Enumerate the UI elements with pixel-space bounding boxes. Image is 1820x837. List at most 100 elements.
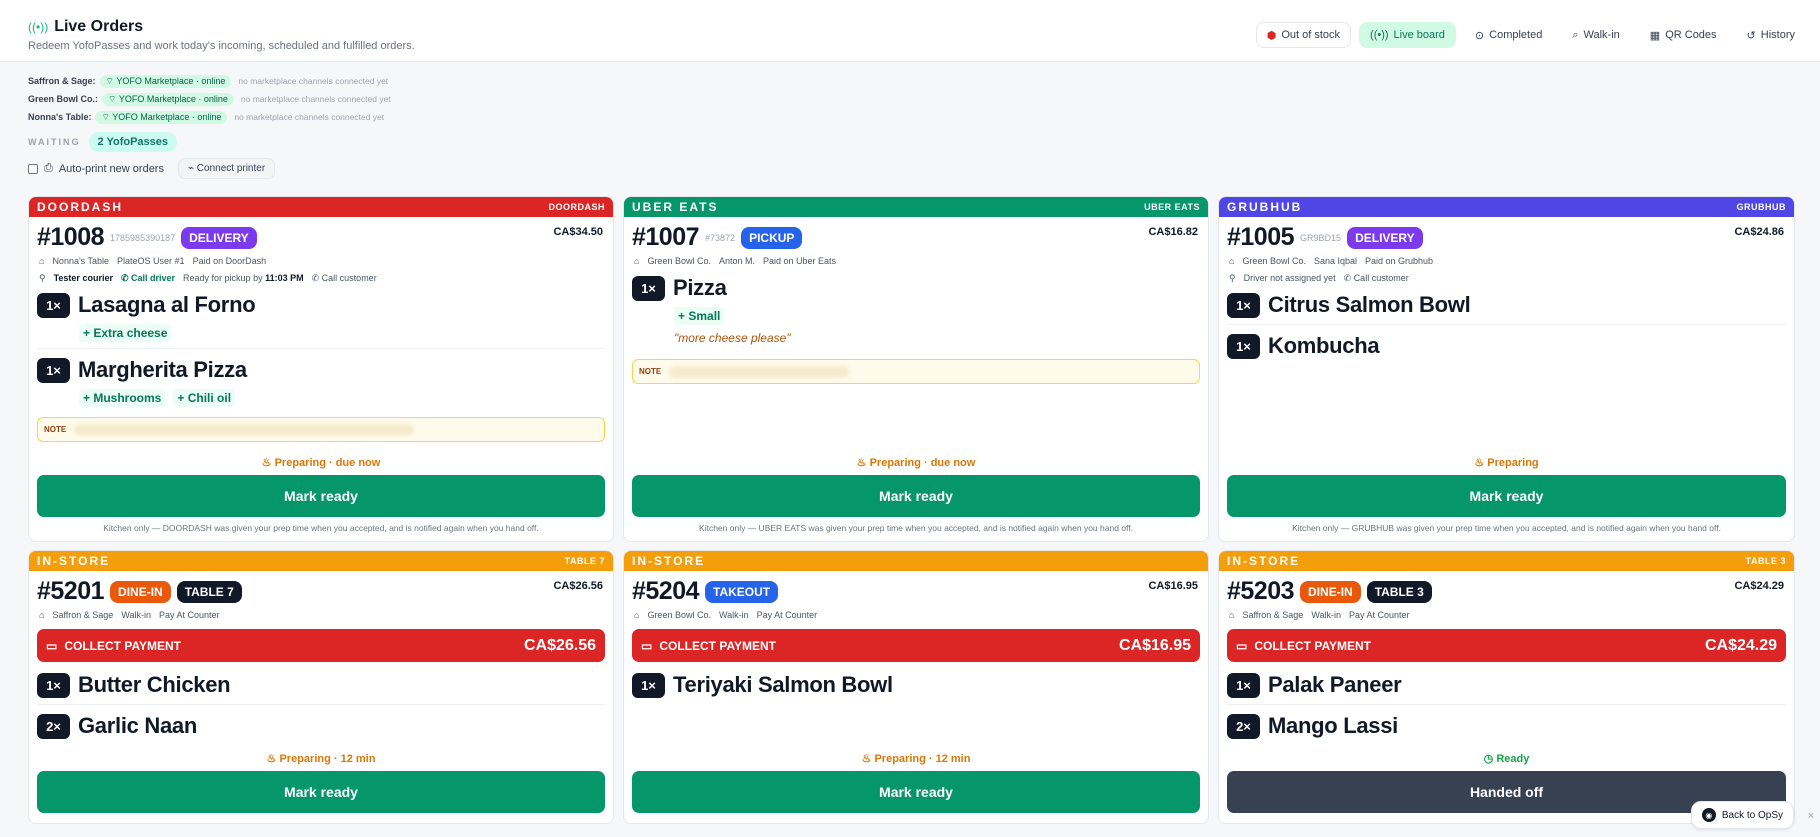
history-tab[interactable]: ↺ History: [1736, 22, 1806, 48]
prep-status: ♨ Preparing: [1474, 457, 1539, 469]
pickup-badge: PICKUP: [741, 226, 803, 249]
call-customer-link[interactable]: ✆ Call customer: [312, 271, 377, 286]
collect-payment-banner[interactable]: ▭ COLLECT PAYMENT CA$26.56: [37, 629, 605, 662]
item-quantity: 2×: [1227, 713, 1260, 739]
order-source: Walk-in: [121, 610, 151, 620]
mark-ready-button[interactable]: Mark ready: [632, 771, 1200, 813]
marketplace-online-chip: ⌔ YOFO Marketplace · online: [102, 92, 234, 106]
mark-ready-button[interactable]: Mark ready: [37, 771, 605, 813]
ready-by-label: Ready for pickup by: [183, 273, 263, 283]
order-source: Walk-in: [718, 610, 749, 620]
collect-payment-banner[interactable]: ▭ COLLECT PAYMENT CA$16.95: [632, 629, 1200, 662]
redacted-note: [74, 423, 415, 436]
list-item: 1× Citrus Salmon Bowl: [1227, 292, 1786, 318]
payment-method: Pay At Counter: [756, 610, 818, 620]
auto-print-checkbox[interactable]: [28, 163, 38, 174]
back-to-opsy-button[interactable]: ◉ Back to OpSy: [1690, 801, 1794, 829]
waiting-row: WAITING 2 YofoPasses: [28, 132, 1792, 152]
collect-payment-banner[interactable]: ▭ COLLECT PAYMENT CA$24.29: [1227, 629, 1786, 662]
marketplace-chip-label: YOFO Marketplace · online: [118, 93, 228, 104]
mark-ready-button[interactable]: Mark ready: [632, 475, 1200, 517]
qr-codes-tab[interactable]: ▦ QR Codes: [1639, 22, 1728, 48]
note-label: NOTE: [44, 425, 67, 434]
modifier: + Extra cheese: [79, 324, 172, 342]
yofopass-waiting-chip[interactable]: 2 YofoPasses: [88, 132, 178, 152]
payment-status: Paid on DoorDash: [192, 256, 267, 266]
marketplace-chip-label: YOFO Marketplace · online: [112, 111, 222, 122]
cash-icon: ▭: [1236, 638, 1248, 653]
completed-tab[interactable]: ⊙ Completed: [1464, 22, 1553, 48]
prep-status-label: Preparing: [1487, 457, 1539, 469]
item-quantity: 2×: [37, 713, 70, 739]
order-board: DOORDASH DOORDASH #1008 1785985390187 DEL…: [28, 196, 1795, 824]
payment-status: Paid on Uber Eats: [763, 256, 837, 266]
driver-status: Driver not assigned yet: [1243, 273, 1336, 283]
order-items: 1× Palak Paneer 2× Mango Lassi: [1219, 662, 1794, 739]
print-row: ⎙ Auto-print new orders ⌁ Connect printe…: [28, 158, 1792, 179]
item-quantity: 1×: [1227, 292, 1260, 318]
out-of-stock-button[interactable]: ⬢ Out of stock: [1255, 22, 1352, 48]
card-footer: ♨ Preparing Mark ready Kitchen only — GR…: [1227, 456, 1786, 541]
ready-time: 11:03 PM: [265, 273, 304, 283]
collect-payment-text: COLLECT PAYMENT: [1254, 638, 1372, 653]
kitchen-note: Kitchen only — DOORDASH was given your p…: [103, 523, 539, 533]
order-header: #1007 #73872 PICKUP CA$16.82: [624, 217, 1208, 252]
table-badge: TABLE 7: [176, 580, 242, 603]
list-item: 1× Teriyaki Salmon Bowl: [632, 672, 1200, 698]
order-number: #5201: [37, 577, 105, 605]
order-items: 1× Pizza + Small "more cheese please": [624, 269, 1208, 345]
order-meta: ⌂ Nonna's Table PlateOS User #1 Paid on D…: [29, 252, 613, 269]
waiting-label: WAITING: [28, 137, 81, 147]
customer-name: PlateOS User #1: [117, 256, 185, 266]
store-icon: ⌂: [634, 610, 640, 620]
call-customer-label: Call customer: [1353, 273, 1409, 283]
box-icon: ⬢: [1266, 29, 1277, 42]
payment-status: Paid on Grubhub: [1365, 256, 1434, 266]
walk-in-tab[interactable]: ⌕ Walk-in: [1561, 22, 1630, 48]
order-meta: ⌂ Green Bowl Co. Walk-in Pay At Counter: [624, 606, 1208, 623]
channel-name: DOORDASH: [37, 200, 124, 214]
customer-name: Anton M.: [718, 256, 755, 266]
order-meta: ⌂ Saffron & Sage Walk-in Pay At Counter: [1219, 606, 1794, 623]
modifier: + Mushrooms: [79, 389, 166, 407]
payment-method: Pay At Counter: [1349, 610, 1410, 620]
delivery-badge: DELIVERY: [181, 226, 257, 249]
mark-ready-button[interactable]: Mark ready: [1227, 475, 1786, 517]
connect-printer-button[interactable]: ⌁ Connect printer: [177, 158, 276, 179]
live-board-label: Live board: [1393, 29, 1445, 41]
list-item: 1× Pizza: [632, 275, 1200, 301]
store-name: Green Bowl Co.: [1242, 256, 1306, 266]
kitchen-note: Kitchen only — GRUBHUB was given your pr…: [1292, 523, 1721, 533]
item-modifiers: + Small: [632, 307, 1200, 325]
external-id: 1785985390187: [110, 232, 176, 243]
order-header: #5203 DINE-IN TABLE 3 CA$24.29: [1219, 571, 1794, 606]
store-status-row: Nonna's Table: ⌔ YOFO Marketplace · onlin…: [28, 108, 1792, 126]
order-total: CA$24.29: [1734, 580, 1784, 592]
live-board-tab[interactable]: ((•)) Live board: [1359, 22, 1456, 48]
call-customer-link[interactable]: ✆ Call customer: [1344, 271, 1409, 286]
collect-amount: CA$24.29: [1704, 636, 1777, 654]
channel-code: TABLE 7: [564, 556, 605, 566]
external-id: #73872: [705, 232, 736, 243]
redacted-note: [669, 365, 850, 378]
channel-name: IN-STORE: [1227, 554, 1301, 568]
opsy-logo-icon: ◉: [1701, 808, 1716, 822]
list-item: 2× Garlic Naan: [37, 713, 605, 739]
order-header: #1008 1785985390187 DELIVERY CA$34.50: [29, 217, 613, 252]
item-name: Mango Lassi: [1268, 713, 1398, 738]
order-number: #1007: [632, 223, 700, 251]
order-note: NOTE: [632, 359, 1200, 384]
channel-band: GRUBHUB GRUBHUB: [1219, 197, 1794, 217]
order-total: CA$26.56: [553, 580, 603, 592]
call-driver-link[interactable]: ✆ Call driver: [121, 271, 175, 286]
walk-in-label: Walk-in: [1583, 29, 1620, 41]
card-footer: ♨ Preparing · due now Mark ready Kitchen…: [632, 456, 1200, 541]
order-items: 1× Lasagna al Forno + Extra cheese 1× Marg…: [29, 286, 613, 407]
mark-ready-button[interactable]: Mark ready: [37, 475, 605, 517]
out-of-stock-label: Out of stock: [1281, 29, 1341, 41]
bike-icon: ⚲: [39, 273, 46, 283]
close-icon[interactable]: ×: [1808, 810, 1814, 822]
page-subtitle: Redeem YofoPasses and work today's incom…: [28, 40, 415, 52]
channels-note: no marketplace channels connected yet: [234, 112, 385, 122]
store-status-row: Green Bowl Co.: ⌔ YOFO Marketplace · onli…: [28, 90, 1792, 108]
